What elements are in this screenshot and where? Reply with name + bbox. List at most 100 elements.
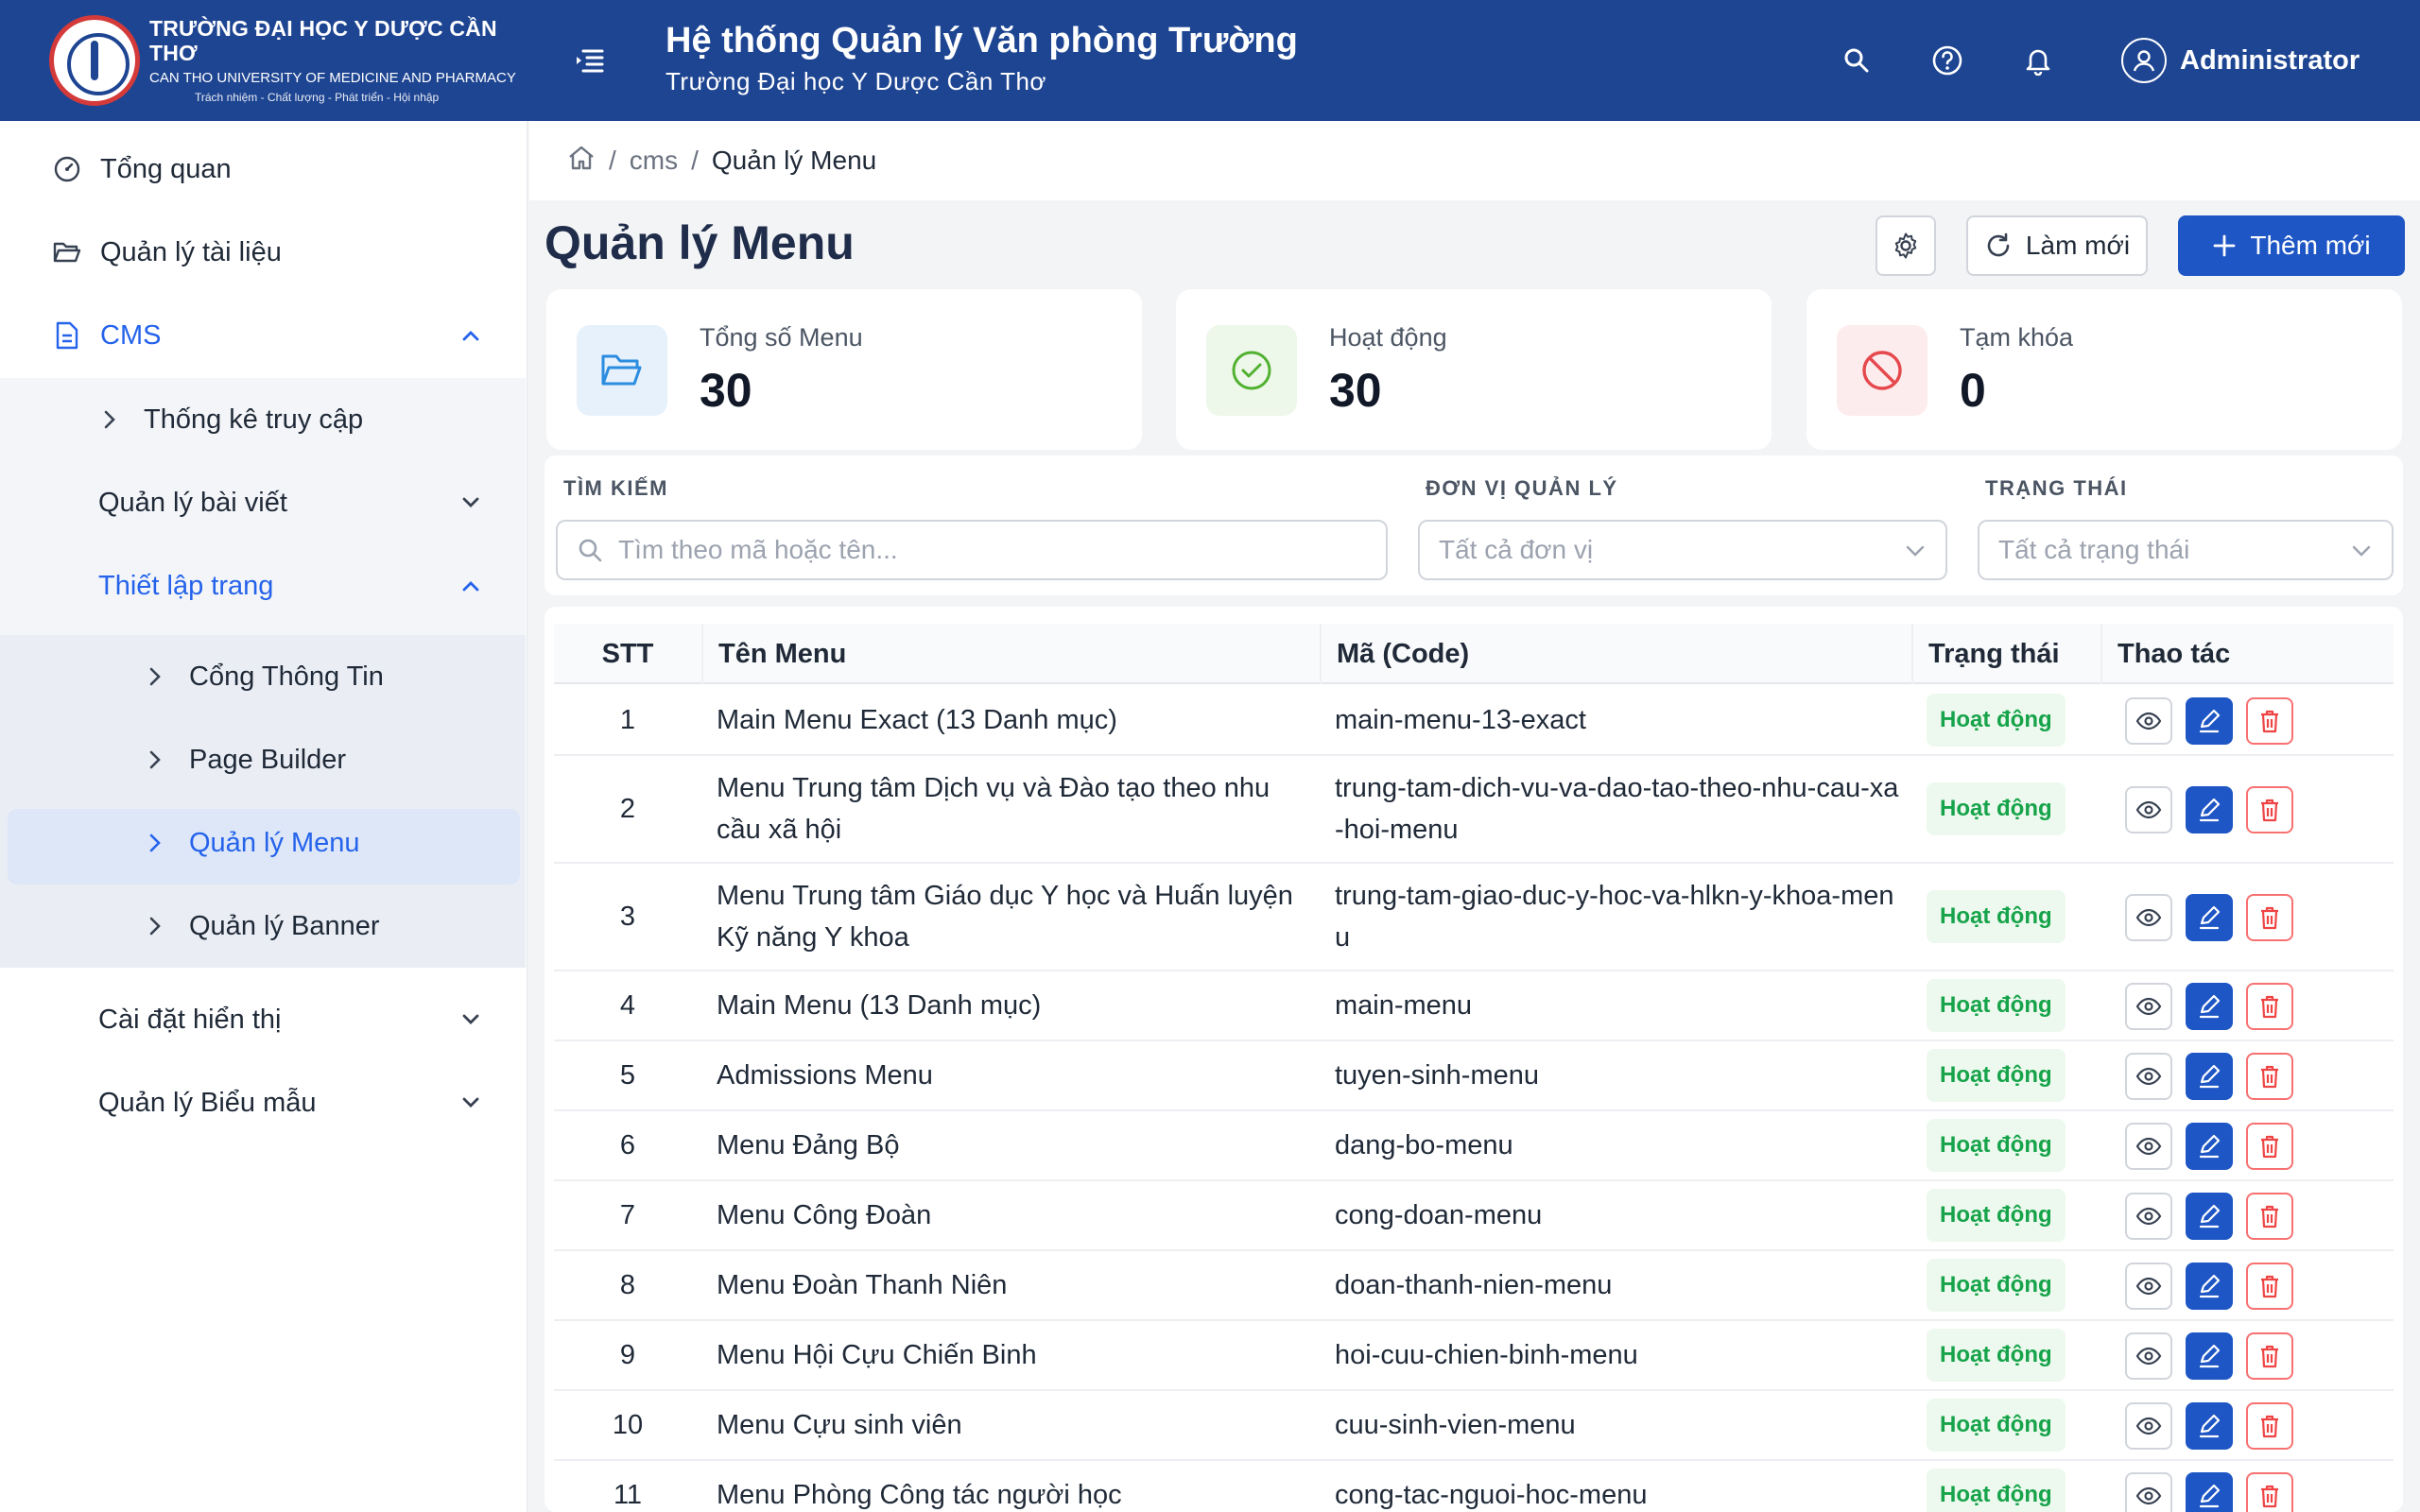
edit-button[interactable]	[2186, 786, 2233, 833]
view-button[interactable]	[2125, 1402, 2172, 1450]
view-button[interactable]	[2125, 1193, 2172, 1240]
settings-button[interactable]	[1876, 215, 1936, 276]
sidebar-item-menu-management[interactable]: Quản lý Menu	[0, 801, 526, 885]
app-header: TRƯỜNG ĐẠI HỌC Y DƯỢC CẦN THƠ CAN THO UN…	[0, 0, 2420, 121]
delete-button[interactable]	[2246, 1472, 2293, 1512]
search-icon	[577, 537, 603, 563]
sidebar-item-label: Quản lý bài viết	[98, 487, 287, 518]
stat-label: Hoạt động	[1329, 323, 1447, 352]
search-input[interactable]: Tìm theo mã hoặc tên...	[556, 520, 1388, 580]
delete-button[interactable]	[2246, 1402, 2293, 1450]
view-button[interactable]	[2125, 786, 2172, 833]
search-button[interactable]	[1838, 42, 1876, 79]
help-button[interactable]	[1928, 42, 1966, 79]
breadcrumb-cms-link[interactable]: cms	[630, 146, 678, 176]
delete-button[interactable]	[2246, 786, 2293, 833]
cell-menu-code: trung-tam-dich-vu-va-dao-tao-theo-nhu-ca…	[1335, 773, 1899, 845]
cell-menu-name: Main Menu (13 Danh mục)	[717, 990, 1042, 1021]
eye-icon	[2135, 908, 2162, 927]
stat-label: Tổng số Menu	[700, 323, 863, 352]
add-new-button[interactable]: Thêm mới	[2178, 215, 2405, 276]
view-button[interactable]	[2125, 983, 2172, 1030]
notifications-button[interactable]	[2019, 42, 2057, 79]
refresh-button[interactable]: Làm mới	[1966, 215, 2148, 276]
sidebar-toggle-button[interactable]	[572, 43, 606, 77]
view-button[interactable]	[2125, 1263, 2172, 1310]
cell-stt: 2	[619, 794, 636, 824]
search-placeholder: Tìm theo mã hoặc tên...	[618, 535, 898, 564]
edit-icon	[2197, 1344, 2221, 1368]
sidebar-item-posts[interactable]: Quản lý bài viết	[0, 461, 526, 544]
trash-icon	[2258, 1344, 2281, 1368]
edit-button[interactable]	[2186, 1402, 2233, 1450]
sidebar-item-page-builder[interactable]: Page Builder	[0, 718, 526, 801]
cell-stt: 8	[619, 1270, 636, 1300]
delete-button[interactable]	[2246, 1053, 2293, 1100]
view-button[interactable]	[2125, 1053, 2172, 1100]
chevron-up-icon	[458, 322, 484, 349]
edit-button[interactable]	[2186, 1123, 2233, 1170]
brand[interactable]: TRƯỜNG ĐẠI HỌC Y DƯỢC CẦN THƠ CAN THO UN…	[49, 15, 522, 106]
edit-button[interactable]	[2186, 1263, 2233, 1310]
breadcrumb-current: Quản lý Menu	[711, 146, 877, 175]
delete-button[interactable]	[2246, 1123, 2293, 1170]
view-button[interactable]	[2125, 894, 2172, 941]
sidebar-item-display-settings[interactable]: Cài đặt hiển thị	[0, 978, 526, 1061]
sidebar-item-label: Tổng quan	[100, 153, 232, 184]
edit-button[interactable]	[2186, 1193, 2233, 1240]
cell-menu-name: Menu Phòng Công tác người học	[717, 1480, 1122, 1510]
edit-button[interactable]	[2186, 983, 2233, 1030]
delete-button[interactable]	[2246, 1193, 2293, 1240]
app-subtitle: Trường Đại học Y Dược Cần Thơ	[666, 67, 1046, 95]
edit-button[interactable]	[2186, 1472, 2233, 1512]
cell-stt: 4	[619, 990, 636, 1021]
cell-menu-name: Menu Công Đoàn	[717, 1200, 932, 1230]
table-row: 5 Admissions Menu tuyen-sinh-menu Hoạt động	[554, 1041, 2394, 1111]
sidebar-item-label: Thiết lập trang	[98, 570, 274, 601]
status-badge: Hoạt động	[1927, 890, 2066, 943]
cell-status: Hoạt động	[1927, 1461, 2097, 1512]
breadcrumb: / cms / Quản lý Menu	[529, 121, 2420, 200]
edit-button[interactable]	[2186, 894, 2233, 941]
menu-table: STT Tên Menu Mã (Code) Trạng thái Thao t…	[544, 607, 2403, 1512]
chevron-right-icon	[144, 744, 166, 776]
user-menu[interactable]: Administrator	[2121, 36, 2360, 85]
chevron-down-icon	[458, 1006, 484, 1033]
delete-button[interactable]	[2246, 1332, 2293, 1380]
chevron-down-icon	[458, 1090, 484, 1116]
view-button[interactable]	[2125, 1332, 2172, 1380]
trash-icon	[2258, 1064, 2281, 1089]
trash-icon	[2258, 1484, 2281, 1508]
edit-button[interactable]	[2186, 697, 2233, 745]
edit-button[interactable]	[2186, 1332, 2233, 1380]
sidebar-item-overview[interactable]: Tổng quan	[0, 128, 526, 211]
trash-icon	[2258, 1204, 2281, 1228]
stat-value: 30	[1329, 364, 1382, 417]
cell-stt: 11	[613, 1480, 643, 1510]
sidebar-item-access-stats[interactable]: Thống kê truy cập	[0, 378, 526, 461]
status-select[interactable]: Tất cả trạng thái	[1978, 520, 2394, 580]
edit-button[interactable]	[2186, 1053, 2233, 1100]
sidebar-item-portal[interactable]: Cổng Thông Tin	[0, 635, 526, 718]
cell-menu-name: Menu Hội Cựu Chiến Binh	[717, 1340, 1037, 1370]
unit-select[interactable]: Tất cả đơn vị	[1418, 520, 1947, 580]
sidebar-item-banner-management[interactable]: Quản lý Banner	[0, 885, 526, 968]
sidebar-item-cms[interactable]: CMS	[0, 294, 526, 377]
delete-button[interactable]	[2246, 697, 2293, 745]
view-button[interactable]	[2125, 697, 2172, 745]
chevron-right-icon	[144, 661, 166, 693]
view-button[interactable]	[2125, 1123, 2172, 1170]
home-icon[interactable]	[567, 145, 596, 178]
sidebar-item-page-setup[interactable]: Thiết lập trang	[0, 544, 526, 627]
view-button[interactable]	[2125, 1472, 2172, 1512]
delete-button[interactable]	[2246, 983, 2293, 1030]
sidebar-item-documents[interactable]: Quản lý tài liệu	[0, 211, 526, 294]
brand-english-name: CAN THO UNIVERSITY OF MEDICINE AND PHARM…	[149, 69, 516, 86]
block-icon	[1837, 325, 1927, 416]
sidebar-item-form-management[interactable]: Quản lý Biểu mẫu	[0, 1061, 526, 1144]
delete-button[interactable]	[2246, 1263, 2293, 1310]
search-icon	[1844, 48, 1869, 73]
chevron-down-icon	[458, 490, 484, 516]
trash-icon	[2258, 1414, 2281, 1438]
delete-button[interactable]	[2246, 894, 2293, 941]
